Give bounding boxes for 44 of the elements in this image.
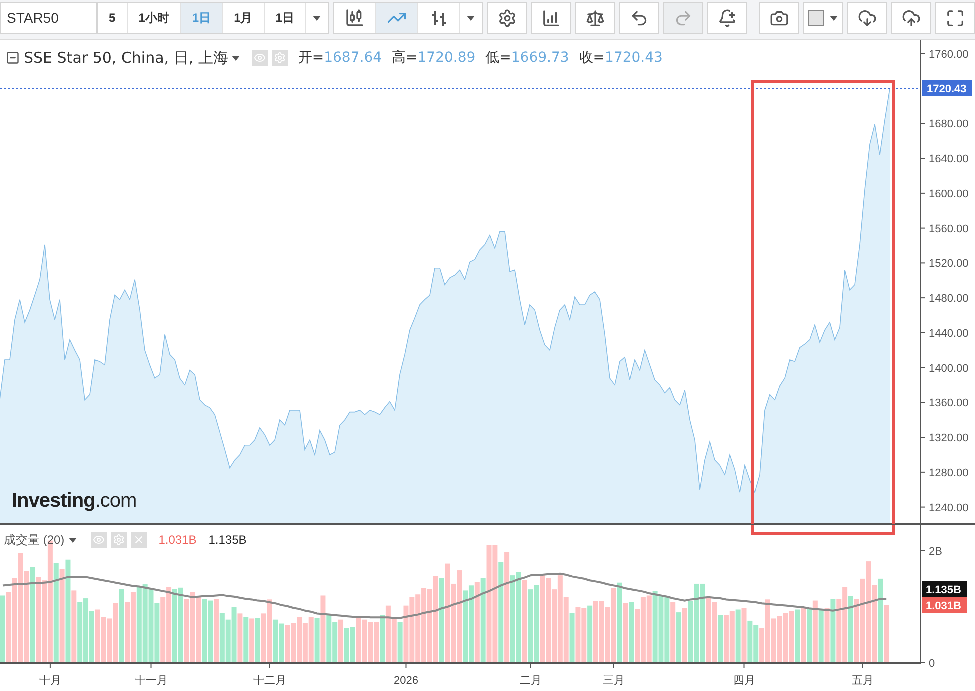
interval-tab[interactable]: 1日 xyxy=(264,3,306,33)
axis-label: 1280.00 xyxy=(929,467,969,480)
axis-label: 2B xyxy=(929,546,942,558)
last-price-tag: 1720.43 xyxy=(922,80,972,96)
axis-label: 1480.00 xyxy=(929,293,969,306)
ohlc-label: 高= xyxy=(392,48,418,68)
axis-label: 二月 xyxy=(520,675,542,687)
axis-label: 十二月 xyxy=(253,675,286,687)
axis-label: 2026 xyxy=(394,675,418,687)
axis-label: 1560.00 xyxy=(929,223,969,236)
axis-label: 1640.00 xyxy=(929,154,969,166)
axis-label: 1600.00 xyxy=(929,188,969,200)
ohlc-value: 1720.43 xyxy=(605,48,663,68)
volume-value: 1.031B xyxy=(158,532,197,549)
ohlc-value: 1687.64 xyxy=(324,48,382,68)
axis-label: 1240.00 xyxy=(929,502,969,514)
volume-value: 1.135B xyxy=(208,532,247,549)
axis-label: 五月 xyxy=(852,675,874,687)
ohlc-value: 1669.73 xyxy=(511,48,570,68)
axis-label: 三月 xyxy=(602,675,625,687)
axis-label: 十月 xyxy=(39,675,62,687)
volume-tag: 1.031B xyxy=(922,597,967,614)
ohlc-label: 低= xyxy=(486,48,512,68)
axis-label: 1320.00 xyxy=(929,432,969,445)
ohlc-label: 开= xyxy=(298,48,324,68)
volume-tag: 1.135B xyxy=(922,581,967,598)
axis-label: 十一月 xyxy=(134,675,168,687)
ohlc-value: 1720.89 xyxy=(418,48,476,68)
axis-label: 0 xyxy=(929,658,936,670)
axis-label: 1680.00 xyxy=(929,118,969,131)
axis-label: 1440.00 xyxy=(929,328,969,340)
symbol-field[interactable]: STAR50 xyxy=(0,2,97,34)
ref-line-label: 1720.43 xyxy=(927,83,967,96)
axis-label: 1520.00 xyxy=(929,258,969,270)
volume-title: 成交量 (20) xyxy=(4,532,65,549)
interval-tab[interactable]: 1月 xyxy=(223,3,265,33)
ohlc-label: 收= xyxy=(579,48,606,68)
axis-label: 1760.00 xyxy=(929,48,969,61)
logo: Investing.com xyxy=(12,489,137,514)
axis-label: 1360.00 xyxy=(929,398,969,410)
axis-label: 1400.00 xyxy=(929,362,969,375)
axis-label: 四月 xyxy=(733,675,756,687)
chart-title: SSE Star 50, China, 日, 上海 xyxy=(24,48,228,69)
interval-tab[interactable]: 5 xyxy=(98,3,128,33)
